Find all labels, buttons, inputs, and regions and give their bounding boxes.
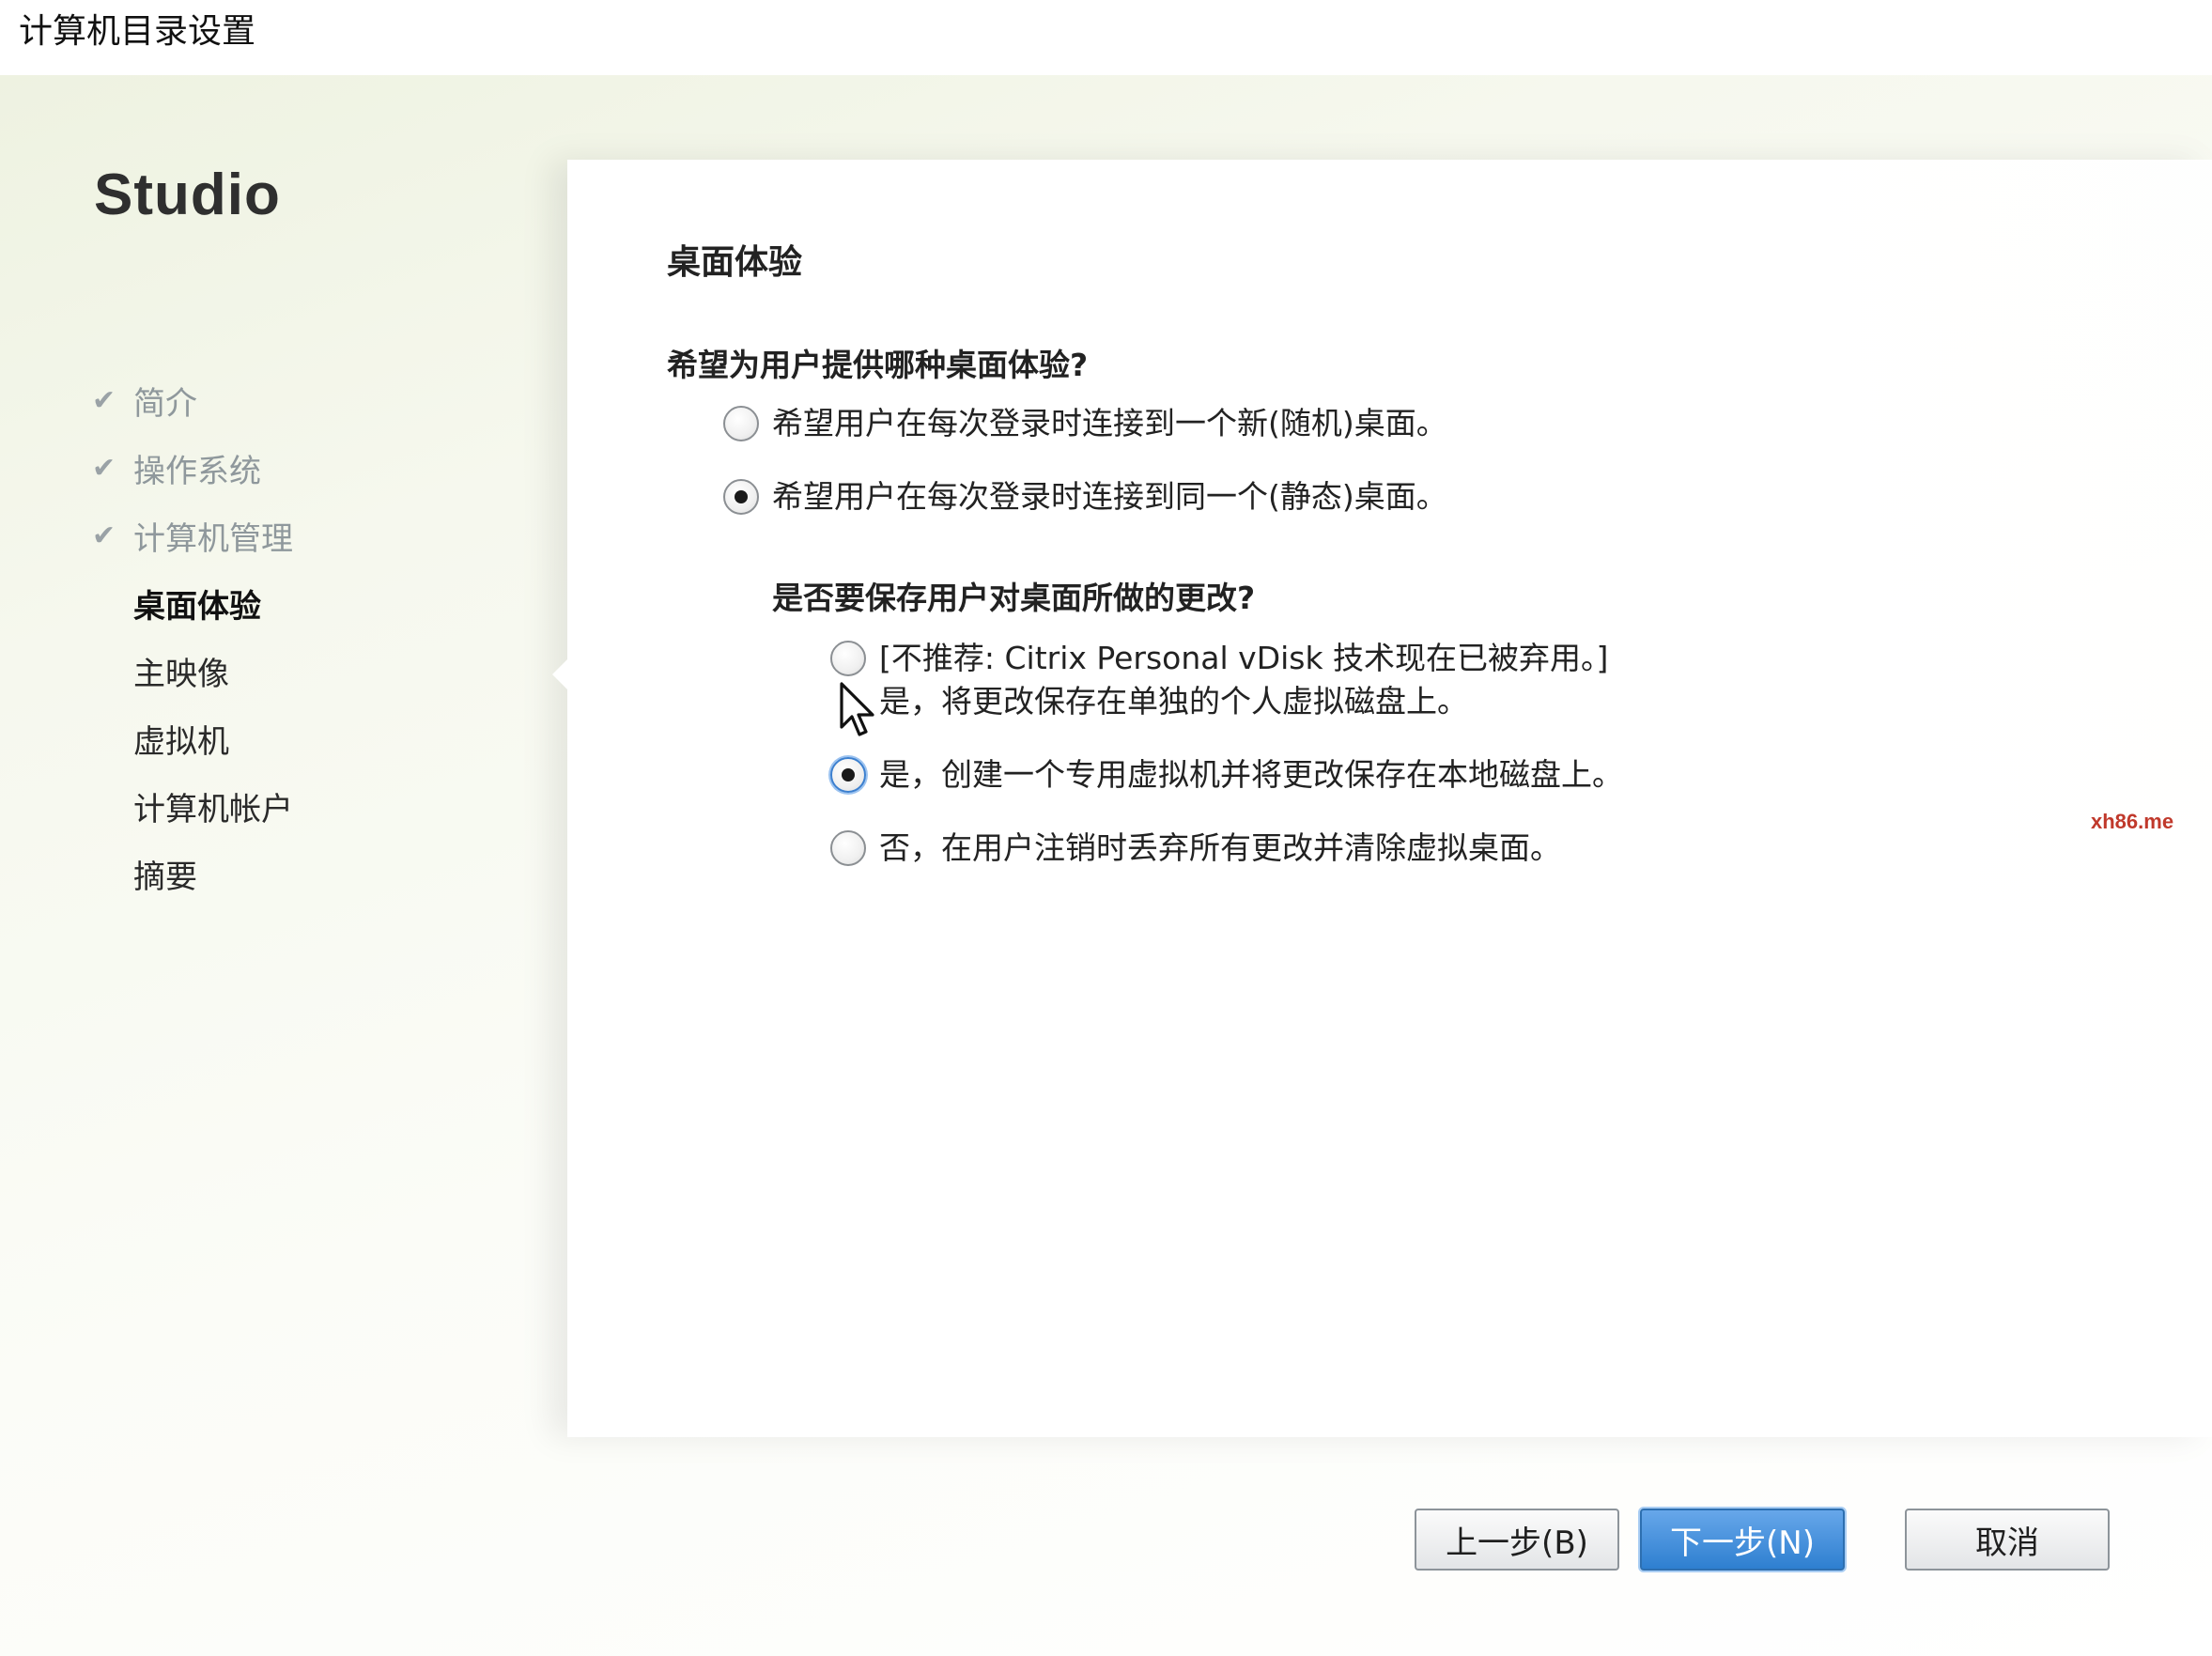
step-computer-accounts: 计算机帐户 <box>92 772 293 840</box>
question-save-changes: 是否要保存用户对桌面所做的更改? <box>772 580 1256 616</box>
step-label: 桌面体验 <box>133 587 261 626</box>
radio-label-line2: 是，将更改保存在单独的个人虚拟磁盘上。 <box>879 683 1468 720</box>
next-button[interactable]: 下一步(N) <box>1640 1509 1845 1571</box>
step-label: 摘要 <box>133 858 197 896</box>
current-step-pointer <box>552 659 567 689</box>
window-titlebar: 计算机目录设置 <box>0 0 2212 75</box>
checkmark-icon: ✔ <box>92 383 116 417</box>
radio-label: 希望用户在每次登录时连接到一个新(随机)桌面。 <box>772 405 1447 441</box>
cancel-button[interactable]: 取消 <box>1905 1509 2110 1571</box>
step-label: 简介 <box>133 384 197 423</box>
radio-button[interactable] <box>723 406 759 441</box>
watermark-text: xh86.me <box>2091 810 2174 833</box>
radio-button[interactable] <box>723 479 759 515</box>
step-master-image: 主映像 <box>92 637 293 704</box>
radio-label: 希望用户在每次登录时连接到同一个(静态)桌面。 <box>772 478 1447 515</box>
step-machine-management: ✔ 计算机管理 <box>92 502 293 569</box>
question-desktop-type: 希望为用户提供哪种桌面体验? <box>667 347 1089 383</box>
radio-option-static-desktop[interactable]: 希望用户在每次登录时连接到同一个(静态)桌面。 <box>723 475 1447 518</box>
page-title: 桌面体验 <box>667 243 803 282</box>
checkmark-icon: ✔ <box>92 451 116 485</box>
step-label: 虚拟机 <box>133 722 229 761</box>
back-button[interactable]: 上一步(B) <box>1415 1509 1619 1571</box>
step-label: 计算机管理 <box>133 519 293 558</box>
radio-label: [不推荐: Citrix Personal vDisk 技术现在已被弃用。] 是… <box>879 637 1608 723</box>
radio-option-personal-vdisk[interactable]: [不推荐: Citrix Personal vDisk 技术现在已被弃用。] 是… <box>830 637 1608 723</box>
window-title: 计算机目录设置 <box>19 12 256 51</box>
radio-label-line1: [不推荐: Citrix Personal vDisk 技术现在已被弃用。] <box>879 640 1609 676</box>
step-operating-system: ✔ 操作系统 <box>92 434 293 502</box>
radio-option-dedicated-vm-local-disk[interactable]: 是，创建一个专用虚拟机并将更改保存在本地磁盘上。 <box>830 753 1623 797</box>
wizard-steps: ✔ 简介 ✔ 操作系统 ✔ 计算机管理 桌面体验 主映像 虚拟机 计算机帐户 摘… <box>92 366 293 907</box>
step-desktop-experience: 桌面体验 <box>92 569 293 637</box>
checkmark-icon: ✔ <box>92 518 116 552</box>
step-intro: ✔ 简介 <box>92 366 293 434</box>
radio-button[interactable] <box>830 757 866 793</box>
radio-button[interactable] <box>830 830 866 866</box>
radio-button[interactable] <box>830 641 866 676</box>
step-label: 操作系统 <box>133 452 261 490</box>
radio-option-discard-changes[interactable]: 否，在用户注销时丢弃所有更改并清除虚拟桌面。 <box>830 827 1561 870</box>
mouse-cursor-icon <box>840 682 874 736</box>
step-virtual-machines: 虚拟机 <box>92 704 293 772</box>
step-summary: 摘要 <box>92 840 293 907</box>
step-label: 主映像 <box>133 655 229 693</box>
step-label: 计算机帐户 <box>133 790 293 828</box>
radio-option-random-desktop[interactable]: 希望用户在每次登录时连接到一个新(随机)桌面。 <box>723 402 1447 445</box>
radio-label: 否，在用户注销时丢弃所有更改并清除虚拟桌面。 <box>879 829 1561 866</box>
radio-label: 是，创建一个专用虚拟机并将更改保存在本地磁盘上。 <box>879 756 1623 793</box>
brand-logo-text: Studio <box>94 163 281 227</box>
